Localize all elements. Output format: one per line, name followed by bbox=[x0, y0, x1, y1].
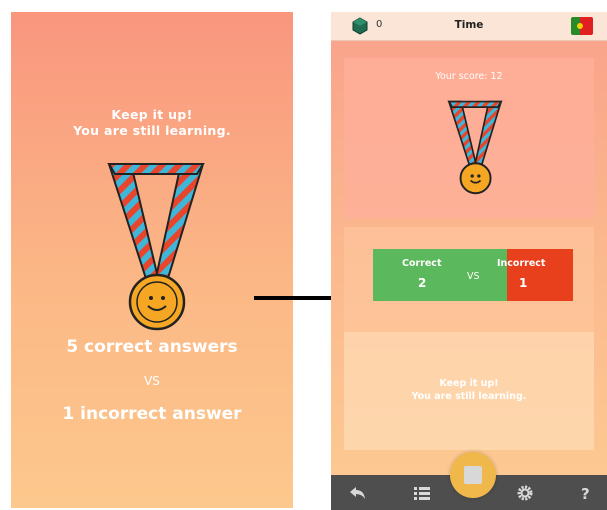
back-arrow-icon[interactable] bbox=[349, 485, 367, 501]
portugal-flag-icon[interactable] bbox=[571, 17, 593, 35]
correct-segment: Correct 2 VS bbox=[373, 249, 507, 301]
score-card: Your score: 12 bbox=[344, 58, 594, 218]
incorrect-segment: Incorrect 1 bbox=[497, 249, 573, 301]
result-screen-new: 0 Time Your score: 12 Correct 2 VS Incor… bbox=[331, 12, 607, 510]
top-bar: 0 Time bbox=[331, 12, 607, 41]
score-text: Your score: 12 bbox=[435, 71, 503, 82]
correct-value: 2 bbox=[418, 276, 427, 290]
list-icon[interactable] bbox=[413, 485, 431, 501]
vs-label: VS bbox=[467, 271, 480, 282]
correct-count: 5 correct answers bbox=[66, 337, 238, 357]
message-card: Keep it up! You are still learning. bbox=[344, 332, 594, 450]
medal-icon bbox=[107, 163, 205, 331]
message-line-1: Keep it up! bbox=[111, 107, 193, 122]
incorrect-count: 1 incorrect answer bbox=[62, 404, 242, 424]
message-line-2: You are still learning. bbox=[411, 391, 527, 402]
page-title: Time bbox=[454, 19, 484, 31]
encouragement-message: Keep it up! You are still learning. bbox=[344, 377, 594, 403]
incorrect-label: Incorrect bbox=[497, 258, 546, 269]
help-icon[interactable]: ? bbox=[577, 485, 595, 501]
encouragement-message: Keep it up! You are still learning. bbox=[11, 107, 293, 139]
comparison-card: Correct 2 VS Incorrect 1 bbox=[344, 227, 594, 332]
message-line-1: Keep it up! bbox=[439, 378, 499, 389]
stop-button[interactable] bbox=[450, 452, 496, 498]
correct-label: Correct bbox=[402, 258, 442, 269]
message-line-2: You are still learning. bbox=[73, 123, 231, 138]
incorrect-value: 1 bbox=[519, 276, 528, 290]
stop-icon bbox=[464, 466, 482, 484]
gear-icon[interactable] bbox=[516, 485, 534, 501]
medal-icon bbox=[447, 100, 503, 195]
vs-label: VS bbox=[144, 374, 160, 388]
result-screen-old: Keep it up! You are still learning. 5 co… bbox=[11, 12, 293, 508]
svg-text:?: ? bbox=[581, 485, 590, 501]
comparison-bar: Correct 2 VS Incorrect 1 bbox=[373, 249, 573, 301]
